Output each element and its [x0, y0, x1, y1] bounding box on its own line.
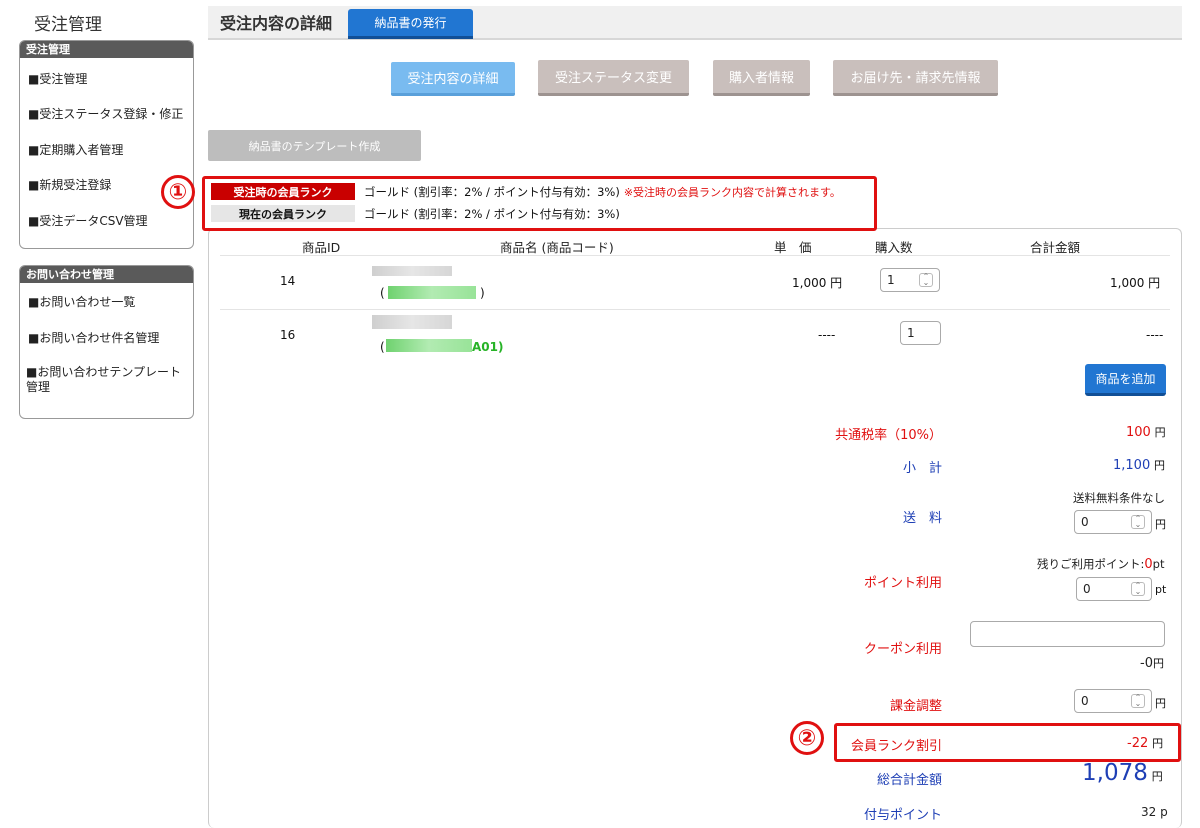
sidebar-item-inquiry-subjects[interactable]: ■お問い合わせ件名管理 — [28, 331, 193, 346]
rank-note: ※受注時の会員ランク内容で計算されます。 — [623, 185, 841, 199]
row1-code-suffix: ) — [480, 286, 485, 300]
adjustment-stepper[interactable]: 0 ⌃ ⌄ — [1074, 689, 1152, 713]
row1-total: 1,000 円 — [1110, 276, 1161, 290]
tab-order-status[interactable]: 受注ステータス変更 — [538, 60, 689, 96]
col-header-quantity: 購入数 — [875, 240, 913, 255]
shipping-fee-stepper[interactable]: 0 ⌃ ⌄ — [1074, 510, 1152, 534]
sidebar-item-order-status[interactable]: ■受注ステータス登録・修正 — [28, 107, 193, 122]
add-product-button[interactable]: 商品を追加 — [1085, 364, 1166, 396]
rank-discount-value: -22 — [1127, 736, 1149, 751]
sidebar-item-inquiry-templates[interactable]: ■お問い合わせテンプレート管理 — [26, 365, 191, 395]
row2-code-suffix: A01) — [472, 340, 504, 354]
subtotal-label: 小 計 — [902, 461, 942, 476]
row2-total: ---- — [1146, 328, 1164, 342]
rank-discount-amount: -22 円 — [1127, 735, 1163, 751]
points-unit: pt — [1152, 557, 1165, 571]
subtotal-amount: 1,100 円 — [1113, 457, 1165, 473]
yen-unit: 円 — [1154, 459, 1166, 472]
adjustment-label: 課金調整 — [889, 699, 942, 714]
sidebar-section-header: 受注管理 — [20, 41, 193, 58]
row1-code-prefix: ( — [380, 286, 385, 300]
row2-product-code-redacted — [386, 339, 472, 352]
issue-delivery-slip-button[interactable]: 納品書の発行 — [348, 9, 473, 39]
rank-current-label: 現在の会員ランク — [211, 205, 355, 222]
points-use-label: ポイント利用 — [863, 576, 942, 591]
grant-points-value: 32 p — [1141, 805, 1168, 819]
shipping-note: 送料無料条件なし — [1073, 491, 1165, 505]
points-remaining-value: 0 — [1144, 557, 1153, 572]
row2-code-prefix: ( — [380, 340, 385, 354]
rank-at-order-value: ゴールド (割引率：2% / ポイント付与有効：3%) — [364, 184, 620, 199]
points-use-stepper[interactable]: 0 ⌃ ⌄ — [1076, 577, 1152, 601]
row2-unit-price: ---- — [818, 328, 836, 342]
col-header-product-id: 商品ID — [302, 240, 341, 255]
coupon-input[interactable] — [970, 621, 1165, 647]
page-title: 受注内容の詳細 — [220, 14, 333, 33]
rank-discount-label: 会員ランク割引 — [850, 739, 942, 754]
stepper-arrows-icon[interactable]: ⌃ ⌄ — [1131, 515, 1145, 529]
app-title: 受注管理 — [34, 15, 102, 35]
tax-value: 100 — [1126, 425, 1151, 440]
col-header-unit-price: 単 価 — [774, 240, 812, 255]
stepper-arrows-icon[interactable]: ⌃ ⌄ — [1131, 694, 1145, 708]
shipping-label: 送 料 — [902, 511, 942, 526]
annotation-marker-1: ① — [161, 175, 195, 209]
coupon-amount: -0円 — [1140, 655, 1164, 671]
create-slip-template-button[interactable]: 納品書のテンプレート作成 — [208, 130, 421, 161]
row1-product-code-redacted — [388, 286, 476, 299]
total-label: 総合計金額 — [876, 773, 942, 788]
shipping-fee-value: 0 — [1081, 515, 1089, 529]
adjustment-value: 0 — [1081, 694, 1089, 708]
rank-at-order-label: 受注時の会員ランク — [211, 183, 355, 200]
points-use-unit: pt — [1155, 583, 1167, 596]
rank-current-value: ゴールド (割引率：2% / ポイント付与有効：3%) — [364, 206, 620, 221]
sidebar-item-subscribers[interactable]: ■定期購入者管理 — [28, 143, 193, 158]
row-divider — [220, 309, 1170, 310]
yen-unit: 円 — [1152, 657, 1164, 670]
total-amount: 1,078 円 — [1082, 760, 1163, 786]
row2-product-id: 16 — [280, 328, 296, 342]
yen-unit: 円 — [1155, 697, 1166, 710]
row1-unit-price: 1,000 円 — [792, 276, 843, 290]
col-header-total: 合計金額 — [1030, 240, 1081, 255]
sidebar-section-header: お問い合わせ管理 — [20, 266, 193, 283]
tab-shipping-billing[interactable]: お届け先・請求先情報 — [833, 60, 998, 96]
header-divider — [220, 255, 1170, 256]
points-remaining: 残りご利用ポイント:0pt — [1037, 556, 1164, 572]
stepper-arrows-icon[interactable]: ⌃ ⌄ — [919, 273, 933, 287]
sidebar-item-order-csv[interactable]: ■受注データCSV管理 — [28, 214, 193, 229]
rank-current-row: 現在の会員ランク ゴールド (割引率：2% / ポイント付与有効：3%) — [211, 205, 620, 222]
sidebar-item-orders[interactable]: ■受注管理 — [28, 72, 193, 87]
row2-quantity-value: 1 — [907, 326, 915, 340]
tab-buyer-info[interactable]: 購入者情報 — [713, 60, 810, 96]
points-use-value: 0 — [1083, 582, 1091, 596]
sidebar-section-inquiries: お問い合わせ管理 ■お問い合わせ一覧 ■お問い合わせ件名管理 ■お問い合わせテン… — [19, 265, 194, 419]
rank-at-order-row: 受注時の会員ランク ゴールド (割引率：2% / ポイント付与有効：3%) ※受… — [211, 183, 841, 200]
points-remaining-label: 残りご利用ポイント: — [1037, 557, 1145, 571]
col-header-product-name: 商品名 (商品コード) — [500, 240, 614, 255]
tab-order-details[interactable]: 受注内容の詳細 — [391, 62, 515, 96]
coupon-label: クーポン利用 — [863, 642, 942, 657]
row1-product-id: 14 — [280, 274, 296, 288]
total-value: 1,078 — [1082, 760, 1148, 786]
tax-label: 共通税率（10%） — [835, 428, 942, 443]
subtotal-value: 1,100 — [1113, 458, 1151, 473]
stepper-arrows-icon[interactable]: ⌃ ⌄ — [1131, 582, 1145, 596]
tax-amount: 100 円 — [1126, 424, 1166, 440]
yen-unit: 円 — [1152, 737, 1164, 750]
yen-unit: 円 — [1154, 426, 1166, 439]
sidebar-section-orders: 受注管理 ■受注管理 ■受注ステータス登録・修正 ■定期購入者管理 ■新規受注登… — [19, 40, 194, 249]
grant-points-label: 付与ポイント — [863, 808, 942, 823]
row1-quantity-value: 1 — [887, 273, 895, 287]
row2-product-name-redacted — [372, 315, 452, 329]
yen-unit: 円 — [1155, 518, 1166, 531]
coupon-amount-value: -0 — [1140, 656, 1153, 671]
row1-quantity-stepper[interactable]: 1 ⌃ ⌄ — [880, 268, 940, 292]
member-rank-highlight: 受注時の会員ランク ゴールド (割引率：2% / ポイント付与有効：3%) ※受… — [202, 176, 877, 231]
yen-unit: 円 — [1151, 770, 1163, 783]
row2-quantity-input[interactable]: 1 — [900, 321, 941, 345]
sidebar-item-inquiry-list[interactable]: ■お問い合わせ一覧 — [28, 295, 193, 310]
row1-product-name-redacted — [372, 266, 452, 276]
